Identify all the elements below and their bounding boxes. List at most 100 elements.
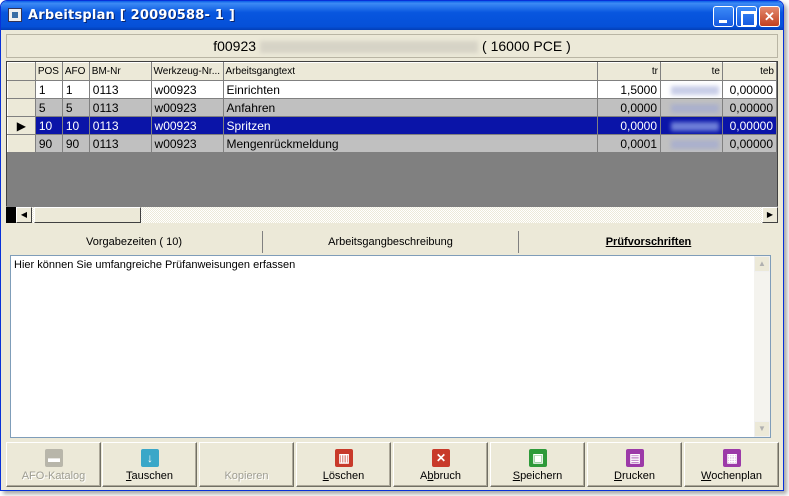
- editor-text[interactable]: Hier können Sie umfangreiche Prüfanweisu…: [14, 259, 295, 271]
- calendar-icon: ▦: [723, 449, 741, 467]
- scroll-right-button[interactable]: ▶: [762, 207, 778, 223]
- close-button[interactable]: ✕: [759, 6, 780, 27]
- row-selector[interactable]: ▶: [7, 116, 36, 135]
- cell-arbeitsgangtext[interactable]: Einrichten: [222, 80, 599, 99]
- cell-teb[interactable]: 0,00000: [721, 80, 777, 99]
- tab-arbeitsgangbeschreibung[interactable]: Arbeitsgangbeschreibung: [263, 231, 519, 253]
- cell-te[interactable]: [660, 80, 723, 99]
- cell-bm-nr[interactable]: 0113: [88, 134, 152, 153]
- redacted-value: [670, 139, 719, 149]
- cell-afo[interactable]: 90: [61, 134, 90, 153]
- arrow-right-icon: ▶: [766, 210, 774, 219]
- tab-pruefvorschriften-label: Prüfvorschriften: [605, 236, 692, 248]
- scroll-left-button[interactable]: ◀: [16, 207, 32, 223]
- cell-werkzeug-nr[interactable]: w00923: [150, 116, 224, 135]
- tauschen-button[interactable]: ↓ Tauschen: [102, 442, 197, 487]
- cell-bm-nr[interactable]: 0113: [88, 80, 152, 99]
- table-row[interactable]: 1 1 0113 w00923 Einrichten 1,5000 0,0000…: [7, 80, 777, 99]
- afo-katalog-button[interactable]: ▬ AFO-Katalog: [6, 442, 101, 487]
- arbeitsplan-window: Arbeitsplan [ 20090588- 1 ] ✕ f00923 ( 16…: [0, 0, 784, 491]
- maximize-button[interactable]: [736, 6, 757, 27]
- cell-teb[interactable]: 0,00000: [721, 116, 777, 135]
- cell-tr[interactable]: 0,0000: [597, 116, 662, 135]
- table-row[interactable]: 5 5 0113 w00923 Anfahren 0,0000 0,00000: [7, 98, 777, 117]
- row-selector-header[interactable]: [7, 62, 36, 81]
- minimize-button[interactable]: [713, 6, 734, 27]
- article-quantity: ( 16000 PCE ): [482, 38, 571, 54]
- cell-teb[interactable]: 0,00000: [721, 134, 777, 153]
- table-row-selected[interactable]: ▶ 10 10 0113 w00923 Spritzen 0,0000 0,00…: [7, 116, 777, 135]
- scroll-down-button[interactable]: ▼: [754, 421, 770, 437]
- grid-horizontal-scrollbar[interactable]: ◀ ▶: [6, 206, 778, 223]
- cell-te[interactable]: [660, 134, 723, 153]
- cell-pos[interactable]: 1: [34, 80, 63, 99]
- abbruch-button[interactable]: ✕ Abbruch: [393, 442, 488, 487]
- scrollbar-thumb[interactable]: [34, 207, 141, 223]
- cell-tr[interactable]: 1,5000: [597, 80, 662, 99]
- loeschen-button[interactable]: ▥ Löschen: [296, 442, 391, 487]
- cell-pos[interactable]: 10: [34, 116, 63, 135]
- cell-arbeitsgangtext[interactable]: Anfahren: [222, 98, 599, 117]
- grid-header-row: POS AFO BM-Nr Werkzeug-Nr... Arbeitsgang…: [7, 62, 777, 81]
- drucken-mnemonic: D: [614, 470, 622, 482]
- table-row[interactable]: 90 90 0113 w00923 Mengenrückmeldung 0,00…: [7, 134, 777, 153]
- column-header-teb[interactable]: teb: [721, 62, 777, 81]
- column-header-te[interactable]: te: [660, 62, 723, 81]
- tauschen-label-rest: auschen: [131, 470, 174, 482]
- drucken-button[interactable]: ▤ Drucken: [587, 442, 682, 487]
- detail-tabs: Vorgabezeiten ( 10) Arbeitsgangbeschreib…: [6, 231, 778, 253]
- cell-afo[interactable]: 1: [61, 80, 90, 99]
- drucken-label: Drucken: [588, 470, 681, 482]
- redacted-value: [670, 103, 719, 113]
- cell-arbeitsgangtext[interactable]: Spritzen: [222, 116, 599, 135]
- cell-werkzeug-nr[interactable]: w00923: [150, 80, 224, 99]
- abbruch-label: Abbruch: [394, 470, 487, 482]
- cell-pos[interactable]: 5: [34, 98, 63, 117]
- cell-tr[interactable]: 0,0000: [597, 98, 662, 117]
- close-icon: ✕: [764, 9, 775, 24]
- cell-te[interactable]: [660, 98, 723, 117]
- row-selector[interactable]: [7, 98, 36, 117]
- column-header-afo[interactable]: AFO: [61, 62, 90, 81]
- tab-pruefvorschriften[interactable]: Prüfvorschriften: [519, 231, 778, 253]
- cell-te[interactable]: [660, 116, 723, 135]
- row-selector[interactable]: [7, 80, 36, 99]
- cell-bm-nr[interactable]: 0113: [88, 98, 152, 117]
- arrow-up-icon: ▲: [758, 259, 766, 268]
- column-header-pos[interactable]: POS: [34, 62, 63, 81]
- app-icon[interactable]: [8, 8, 22, 22]
- cell-werkzeug-nr[interactable]: w00923: [150, 98, 224, 117]
- cell-arbeitsgangtext[interactable]: Mengenrückmeldung: [222, 134, 599, 153]
- kopieren-button[interactable]: Kopieren: [199, 442, 294, 487]
- column-header-arbeitsgangtext[interactable]: Arbeitsgangtext: [222, 62, 599, 81]
- pruefvorschriften-editor[interactable]: Hier können Sie umfangreiche Prüfanweisu…: [10, 255, 771, 438]
- cell-werkzeug-nr[interactable]: w00923: [150, 134, 224, 153]
- cell-afo[interactable]: 10: [61, 116, 90, 135]
- cell-pos[interactable]: 90: [34, 134, 63, 153]
- row-selector[interactable]: [7, 134, 36, 153]
- cell-teb[interactable]: 0,00000: [721, 98, 777, 117]
- cell-tr[interactable]: 0,0001: [597, 134, 662, 153]
- editor-vertical-scrollbar[interactable]: ▲ ▼: [754, 256, 770, 437]
- abbruch-label-rest: bruch: [433, 470, 461, 482]
- arrow-left-icon: ◀: [20, 210, 28, 219]
- printer-icon: ▤: [626, 449, 644, 467]
- tab-vorgabezeiten[interactable]: Vorgabezeiten ( 10): [6, 231, 263, 253]
- tauschen-label: Tauschen: [103, 470, 196, 482]
- speichern-label: Speichern: [491, 470, 584, 482]
- wochenplan-button[interactable]: ▦ Wochenplan: [684, 442, 779, 487]
- operations-grid[interactable]: POS AFO BM-Nr Werkzeug-Nr... Arbeitsgang…: [6, 61, 778, 223]
- current-row-arrow-icon: ▶: [16, 118, 27, 133]
- redacted-value: [670, 121, 719, 131]
- column-header-werkzeug-nr[interactable]: Werkzeug-Nr...: [150, 62, 224, 81]
- speichern-button[interactable]: ▣ Speichern: [490, 442, 585, 487]
- speichern-mnemonic: S: [512, 470, 521, 482]
- column-header-tr[interactable]: tr: [597, 62, 662, 81]
- cell-bm-nr[interactable]: 0113: [88, 116, 152, 135]
- cell-afo[interactable]: 5: [61, 98, 90, 117]
- column-header-bm-nr[interactable]: BM-Nr: [88, 62, 152, 81]
- scroll-up-button[interactable]: ▲: [754, 256, 770, 272]
- save-disk-icon: ▣: [529, 449, 547, 467]
- cancel-x-icon: ✕: [432, 449, 450, 467]
- title-bar[interactable]: Arbeitsplan [ 20090588- 1 ] ✕: [1, 1, 783, 30]
